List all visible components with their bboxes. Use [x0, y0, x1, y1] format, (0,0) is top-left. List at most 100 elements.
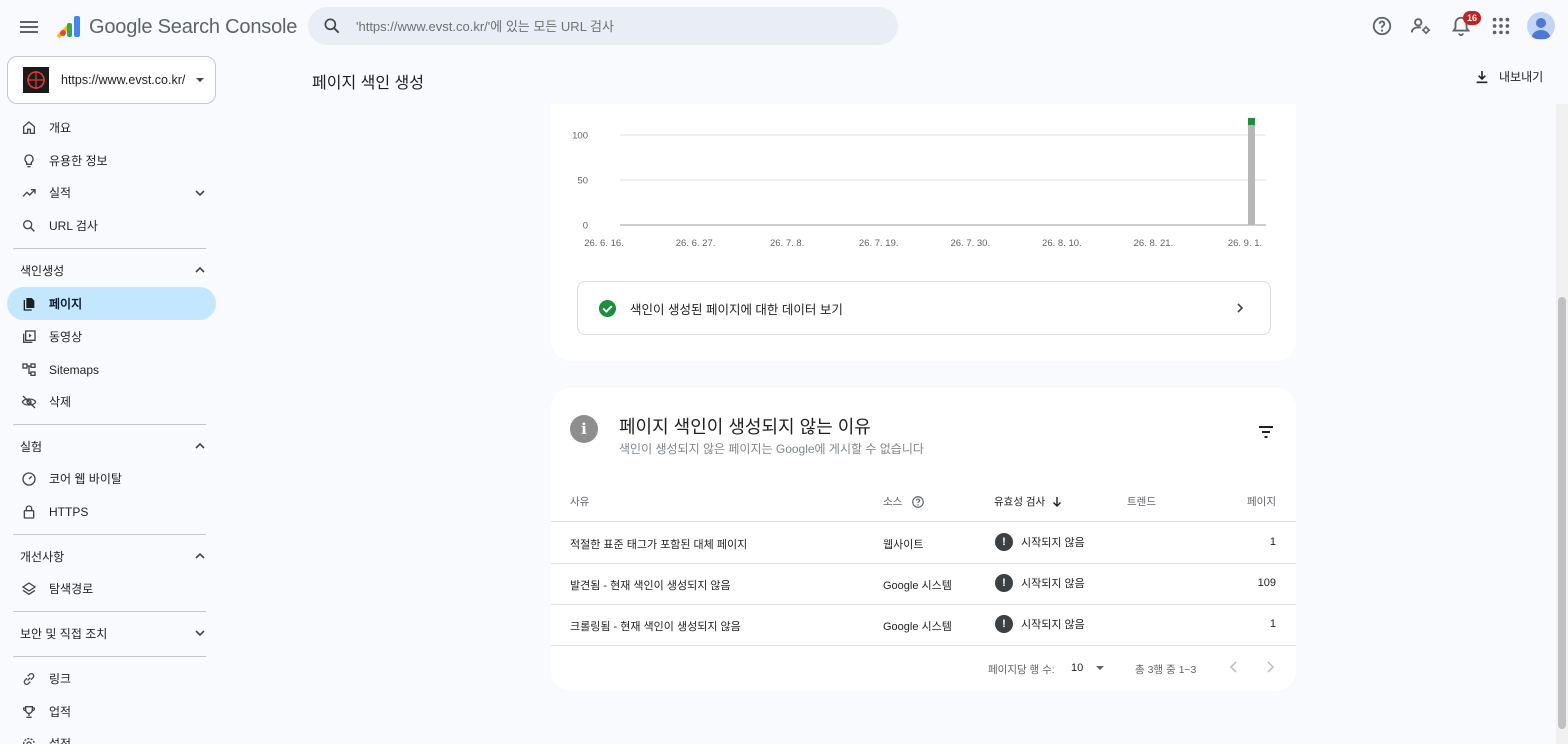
y-tick-label: 50: [577, 176, 588, 187]
sidebar-item-label: Sitemaps: [49, 362, 100, 377]
info-icon: i: [570, 415, 598, 443]
sidebar-item-url-inspection[interactable]: URL 검사: [7, 209, 216, 242]
sidebar-item-removals[interactable]: 삭제: [7, 385, 216, 418]
row-reason: 발견됨 - 현재 색인이 생성되지 않음: [570, 580, 731, 592]
property-selector[interactable]: https://www.evst.co.kr/: [7, 56, 216, 104]
indexing-chart-card: 0 50 100 26. 6. 16. 26. 6. 27. 26. 7. 8. 26. 7…: [551, 104, 1296, 361]
download-icon: [1476, 70, 1488, 83]
sidebar-item-label: 동영상: [49, 330, 83, 344]
url-inspection-search[interactable]: [308, 7, 898, 45]
y-tick-label: 0: [583, 221, 588, 232]
layers-icon: [21, 581, 37, 595]
x-tick-label: 26. 8. 21.: [1134, 238, 1174, 249]
column-trend[interactable]: 트렌드: [1127, 494, 1156, 509]
sidebar-item-achievements[interactable]: 업적: [7, 695, 216, 728]
sidebar-item-label: HTTPS: [49, 504, 89, 519]
column-pages-label: 페이지: [1247, 496, 1276, 508]
pagination-range: 총 3행 중 1~3: [1135, 664, 1197, 676]
sidebar-item-settings[interactable]: 설정: [7, 727, 216, 744]
row-source: Google 시스템: [883, 580, 952, 592]
column-pages[interactable]: 페이지: [1247, 494, 1276, 509]
sidebar-item-label: 코어 웹 바이탈: [49, 472, 122, 486]
table-row[interactable]: 크롤링됨 - 현재 색인이 생성되지 않음 Google 시스템 ! 시작되지 …: [551, 605, 1296, 646]
row-source: 웹사이트: [883, 539, 924, 551]
section-indexing[interactable]: 색인생성: [7, 255, 216, 285]
app-logo[interactable]: Google Search Console: [55, 13, 297, 41]
sidebar-item-https[interactable]: HTTPS: [7, 495, 216, 528]
help-icon[interactable]: [911, 495, 925, 509]
menu-icon[interactable]: [17, 15, 41, 39]
previous-page-icon[interactable]: [1227, 660, 1241, 674]
status-alert-icon: !: [995, 574, 1013, 592]
row-reason: 크롤링됨 - 현재 색인이 생성되지 않음: [570, 621, 741, 633]
search-icon: [324, 18, 340, 34]
next-page-icon[interactable]: [1263, 660, 1277, 674]
link-icon: [23, 672, 35, 685]
table-row[interactable]: 발견됨 - 현재 색인이 생성되지 않음 Google 시스템 ! 시작되지 않…: [551, 564, 1296, 605]
sidebar-item-breadcrumbs[interactable]: 탐색경로: [7, 572, 216, 605]
sidebar-item-pages[interactable]: 페이지: [7, 287, 216, 320]
sidebar-item-sitemaps[interactable]: Sitemaps: [7, 353, 216, 386]
app-title: Google Search Console: [89, 15, 298, 38]
sidebar-item-label: 업적: [49, 705, 72, 719]
trending-up-icon: [22, 188, 36, 197]
sidebar-item-video[interactable]: 동영상: [7, 320, 216, 353]
column-validation[interactable]: 유효성 검사: [994, 494, 1063, 509]
property-url: https://www.evst.co.kr/: [61, 73, 186, 87]
property-favicon: [23, 67, 49, 93]
sidebar-item-label: 탐색경로: [49, 582, 94, 596]
section-security[interactable]: 보안 및 직접 조치: [7, 618, 216, 648]
account-avatar[interactable]: [1527, 12, 1555, 40]
table-row[interactable]: 적절한 표준 태그가 포함된 대체 페이지 웹사이트 ! 시작되지 않음 1: [551, 523, 1296, 564]
section-experience[interactable]: 실험: [7, 431, 216, 461]
check-circle-icon: [598, 299, 617, 317]
column-source[interactable]: 소스: [883, 494, 925, 509]
row-pages: 1: [1269, 536, 1276, 548]
export-label: 내보내기: [1499, 70, 1544, 84]
section-enhancements[interactable]: 개선사항: [7, 541, 216, 571]
export-button[interactable]: 내보내기: [1474, 68, 1543, 85]
sidebar-item-label: 페이지: [49, 297, 83, 311]
status-alert-icon: !: [995, 533, 1013, 551]
chevron-up-icon: [195, 442, 205, 449]
rows-per-page-select[interactable]: 10: [1071, 658, 1105, 678]
sidebar-item-links[interactable]: 링크: [7, 662, 216, 695]
validation-status-label: 시작되지 않음: [1021, 619, 1085, 631]
table-header: 사유 소스 유효성 검사 트렌드 페이지: [551, 488, 1296, 522]
pages-indexing-chart: 0 50 100 26. 6. 16. 26. 6. 27. 26. 7. 8. 26. 7…: [572, 117, 1266, 249]
section-label: 색인생성: [20, 263, 65, 278]
apps-grid-icon[interactable]: [1490, 15, 1514, 39]
lock-icon: [23, 504, 35, 519]
view-indexed-pages-link[interactable]: 색인이 생성된 페이지에 대한 데이터 보기: [577, 281, 1271, 335]
column-reason-label: 사유: [570, 496, 590, 508]
chevron-down-icon: [195, 630, 205, 637]
sidebar-item-performance[interactable]: 실적: [7, 176, 216, 209]
help-icon[interactable]: [1371, 15, 1395, 39]
speed-icon: [22, 471, 36, 486]
caret-down-icon: [1096, 666, 1105, 670]
scrollbar-thumb[interactable]: [1558, 297, 1566, 729]
sidebar-item-overview[interactable]: 개요: [7, 111, 216, 144]
rows-per-page-label: 페이지당 행 수:: [988, 664, 1055, 676]
sidebar-divider: [13, 248, 206, 249]
page-scrollbar[interactable]: [1556, 104, 1568, 744]
search-input[interactable]: [356, 18, 856, 34]
y-tick-label: 100: [572, 131, 588, 142]
validation-status: ! 시작되지 않음: [995, 533, 1085, 551]
column-reason[interactable]: 사유: [570, 494, 589, 509]
lightbulb-icon: [24, 153, 34, 167]
pages-icon: [23, 297, 35, 311]
sidebar-divider: [13, 534, 206, 535]
caret-down-icon: [196, 78, 205, 82]
sidebar-item-insights[interactable]: 유용한 정보: [7, 144, 216, 177]
sidebar-item-core-web-vitals[interactable]: 코어 웹 바이탈: [7, 462, 216, 495]
section-label: 개선사항: [20, 549, 65, 564]
manage-users-icon[interactable]: [1410, 15, 1434, 39]
filter-icon[interactable]: [1256, 422, 1276, 442]
sidebar-divider: [13, 611, 206, 612]
reasons-title: 페이지 색인이 생성되지 않는 이유: [619, 417, 871, 437]
video-icon: [23, 329, 36, 343]
sidebar-divider: [13, 656, 206, 657]
settings-icon: [23, 737, 35, 744]
notifications-icon[interactable]: 16: [1450, 11, 1482, 39]
